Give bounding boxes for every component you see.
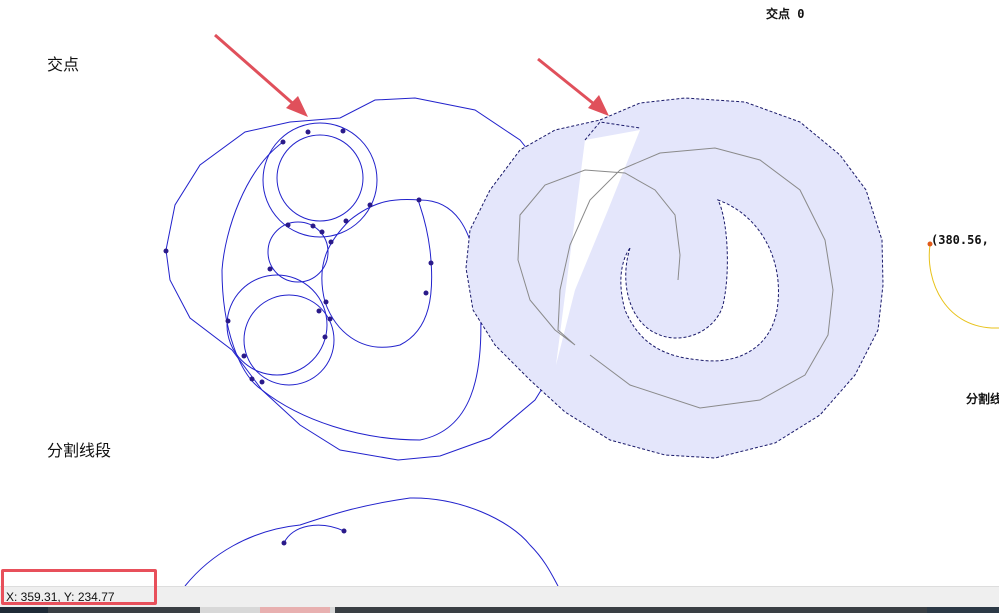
taskbar-strip xyxy=(0,607,999,613)
annotation-arrow-right xyxy=(537,57,609,116)
split-arc-curve[interactable] xyxy=(184,497,559,586)
split-point xyxy=(281,540,287,546)
intersection-point xyxy=(249,376,255,382)
intersection-point xyxy=(305,129,311,135)
split-segment-curve[interactable] xyxy=(283,524,345,544)
small-circle-top-outer[interactable] xyxy=(262,122,378,238)
small-circle-bottom-right[interactable] xyxy=(243,294,335,386)
small-circle-top-inner[interactable] xyxy=(276,134,364,222)
intersection-point xyxy=(428,260,434,266)
split-point xyxy=(341,528,347,534)
intersection-point xyxy=(343,218,349,224)
coordinate-highlight-box xyxy=(1,569,157,605)
intersection-point xyxy=(163,248,169,254)
intersection-count-label: 交点 0 xyxy=(766,7,805,21)
annotation-arrow-left xyxy=(214,33,308,117)
intersection-point xyxy=(280,139,286,145)
intersection-point xyxy=(322,334,328,340)
coordinate-tag: (380.56, xyxy=(931,233,989,247)
intersection-section-label: 交点 xyxy=(47,55,80,74)
intersection-point xyxy=(327,316,333,322)
intersection-point xyxy=(285,222,291,228)
taskbar-segment xyxy=(260,607,330,613)
intersection-point xyxy=(259,379,265,385)
inner-blob-curve[interactable] xyxy=(221,141,482,441)
intersection-point xyxy=(416,197,422,203)
intersection-point xyxy=(225,318,231,324)
drawing-canvas[interactable] xyxy=(0,0,999,586)
intersection-point xyxy=(319,229,325,235)
intersection-point xyxy=(316,308,322,314)
intersection-point xyxy=(423,290,429,296)
split-section-label: 分割线段 xyxy=(47,441,112,460)
intersection-point xyxy=(328,239,334,245)
intersection-point xyxy=(367,202,373,208)
intersection-point xyxy=(323,299,329,305)
intersection-point xyxy=(267,266,273,272)
taskbar-segment xyxy=(0,607,48,613)
small-circle-middle[interactable] xyxy=(267,221,329,283)
intersection-point xyxy=(241,353,247,359)
yellow-arc-curve[interactable] xyxy=(928,244,999,329)
taskbar-segment xyxy=(927,607,999,613)
small-circle-bottom-left[interactable] xyxy=(226,274,328,376)
intersection-point xyxy=(310,223,316,229)
intersection-point xyxy=(340,128,346,134)
split-right-label: 分割线 xyxy=(966,392,999,406)
